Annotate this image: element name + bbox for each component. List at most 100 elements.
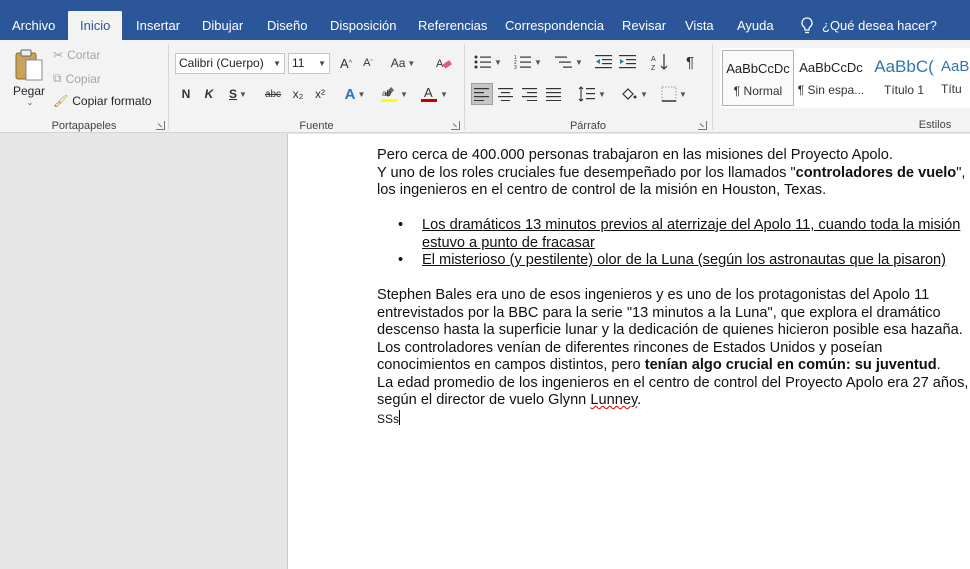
chevron-down-icon: ▼ (598, 89, 606, 99)
show-marks-button[interactable]: ¶ (679, 51, 701, 73)
align-center-button[interactable] (495, 83, 517, 105)
style-sample: AaBbCcDc (799, 60, 863, 75)
tab-disposicion[interactable]: Disposición (318, 11, 408, 40)
list-item[interactable]: El misterioso (y pestilente) olor de la … (377, 252, 970, 270)
cut-button[interactable]: ✂ Cortar (53, 48, 100, 62)
bullets-button[interactable]: ▼ (470, 51, 506, 73)
paint-bucket-icon (622, 88, 637, 100)
paragraph-launcher-icon[interactable] (698, 121, 707, 130)
divider (712, 44, 713, 129)
tab-revisar[interactable]: Revisar (610, 11, 678, 40)
bold-button[interactable]: N (175, 83, 197, 105)
styles-group-label: Estilos (918, 119, 952, 131)
chevron-down-icon: ▼ (440, 89, 448, 99)
strikethrough-button[interactable]: abc (261, 83, 285, 105)
align-center-icon (498, 88, 513, 101)
line-spacing-button[interactable]: ▼ (575, 83, 609, 105)
style-heading-2[interactable]: AaBb Títu (941, 50, 970, 106)
chevron-down-icon: ▼ (273, 59, 281, 68)
tab-inicio[interactable]: Inicio (68, 11, 123, 40)
decrease-indent-button[interactable] (593, 51, 615, 73)
font-color-button[interactable]: A ▼ (417, 83, 451, 105)
underline-button[interactable]: S ▼ (221, 83, 255, 105)
chevron-down-icon: ▼ (357, 89, 366, 99)
justify-icon (546, 88, 561, 101)
borders-button[interactable]: ▼ (657, 83, 691, 105)
group-paragraph: ▼ 1 2 3 ▼ ▼ AZ ¶ ▼ ▼ ▼ Párrafo (465, 40, 711, 133)
paragraph-3: Stephen Bales era uno de esos ingenieros… (377, 287, 963, 338)
grow-font-button[interactable]: A ^ (335, 52, 357, 74)
spelling-error[interactable]: Lunney (590, 392, 637, 408)
style-sample: AaBbCcDc (726, 61, 790, 76)
tab-archivo[interactable]: Archivo (0, 11, 67, 40)
borders-icon (661, 86, 677, 102)
document-page[interactable]: Pero cerca de 400.000 personas trabajaro… (288, 134, 970, 569)
tab-referencias[interactable]: Referencias (406, 11, 499, 40)
cut-label: Cortar (67, 48, 101, 62)
copy-button[interactable]: ⧉ Copiar (53, 71, 101, 86)
chevron-down-icon: ▼ (679, 89, 687, 99)
style-normal[interactable]: AaBbCcDc ¶ Normal (722, 50, 794, 106)
sort-button[interactable]: AZ (649, 51, 671, 73)
font-size-combo[interactable]: 11 ▼ (288, 53, 330, 74)
bullet-list: Los dramáticos 13 minutos previos al ate… (377, 217, 970, 270)
font-group-label: Fuente (299, 120, 334, 132)
chevron-down-icon: ▼ (400, 89, 408, 99)
tab-vista[interactable]: Vista (673, 11, 726, 40)
paragraph-6: SSs (377, 409, 970, 429)
style-sample: AaBb (941, 58, 970, 75)
bullet-list-icon (474, 55, 492, 69)
tab-correspondencia[interactable]: Correspondencia (493, 11, 616, 40)
multilevel-list-button[interactable]: ▼ (551, 51, 587, 73)
sort-icon: AZ (651, 54, 668, 71)
svg-text:A: A (651, 56, 656, 63)
tab-diseno[interactable]: Diseño (255, 11, 319, 40)
decrease-indent-icon (595, 55, 612, 69)
ribbon-tab-bar: Archivo Inicio Insertar Dibujar Diseño D… (0, 0, 970, 40)
align-right-button[interactable] (519, 83, 541, 105)
highlight-button[interactable]: ab ▼ (377, 83, 411, 105)
shading-button[interactable]: ▼ (617, 83, 651, 105)
superscript-button[interactable]: x² (309, 83, 331, 105)
italic-button[interactable]: K (198, 83, 220, 105)
clear-formatting-button[interactable]: A (433, 52, 455, 74)
text-effects-button[interactable]: A ▼ (339, 83, 371, 105)
bold-run: controladores de vuelo (795, 164, 957, 181)
increase-indent-button[interactable] (617, 51, 639, 73)
tell-me-box[interactable]: ¿Qué desea hacer? (800, 11, 937, 40)
increase-indent-icon (619, 55, 636, 69)
align-right-icon (522, 88, 537, 101)
tab-ayuda[interactable]: Ayuda (725, 11, 786, 40)
tab-insertar[interactable]: Insertar (124, 11, 192, 40)
chevron-down-icon: ▼ (407, 58, 416, 68)
justify-button[interactable] (543, 83, 565, 105)
shrink-font-button[interactable]: Aˇ (357, 52, 379, 74)
group-clipboard: Pegar ⌄ ✂ Cortar ⧉ Copiar 🖌 Copiar forma… (0, 40, 168, 133)
styles-gallery: AaBbCcDc ¶ Normal AaBbCcDc ¶ Sin espa...… (720, 48, 970, 108)
format-painter-button[interactable]: 🖌 Copiar formato (53, 94, 152, 108)
text-run: . (637, 392, 642, 408)
document-body[interactable]: Pero cerca de 400.000 personas trabajaro… (377, 147, 970, 428)
style-heading-1[interactable]: AaBbC( Título 1 (868, 50, 940, 106)
tab-dibujar[interactable]: Dibujar (190, 11, 255, 40)
copy-label: Copiar (65, 71, 101, 86)
subscript-button[interactable]: x₂ (287, 83, 309, 105)
eraser-icon: A (436, 58, 452, 70)
change-case-label: Aa (390, 56, 406, 70)
list-item[interactable]: Los dramáticos 13 minutos previos al ate… (377, 217, 970, 252)
svg-text:A: A (436, 58, 444, 70)
text-effects-icon: A (344, 85, 356, 103)
chevron-down-icon: ▼ (318, 59, 326, 68)
paste-button[interactable]: Pegar ⌄ (10, 48, 48, 120)
clipboard-launcher-icon[interactable] (156, 121, 165, 130)
style-name: ¶ Normal (733, 84, 783, 98)
style-name: Títu (941, 82, 962, 96)
chevron-down-icon: ▼ (494, 57, 502, 67)
style-no-spacing[interactable]: AaBbCcDc ¶ Sin espa... (795, 50, 867, 106)
change-case-button[interactable]: Aa ▼ (387, 52, 419, 74)
font-name-combo[interactable]: Calibri (Cuerpo) ▼ (175, 53, 285, 74)
align-left-button[interactable] (471, 83, 493, 105)
font-launcher-icon[interactable] (451, 121, 460, 130)
numbering-button[interactable]: 1 2 3 ▼ (510, 51, 546, 73)
svg-text:Z: Z (651, 65, 656, 71)
